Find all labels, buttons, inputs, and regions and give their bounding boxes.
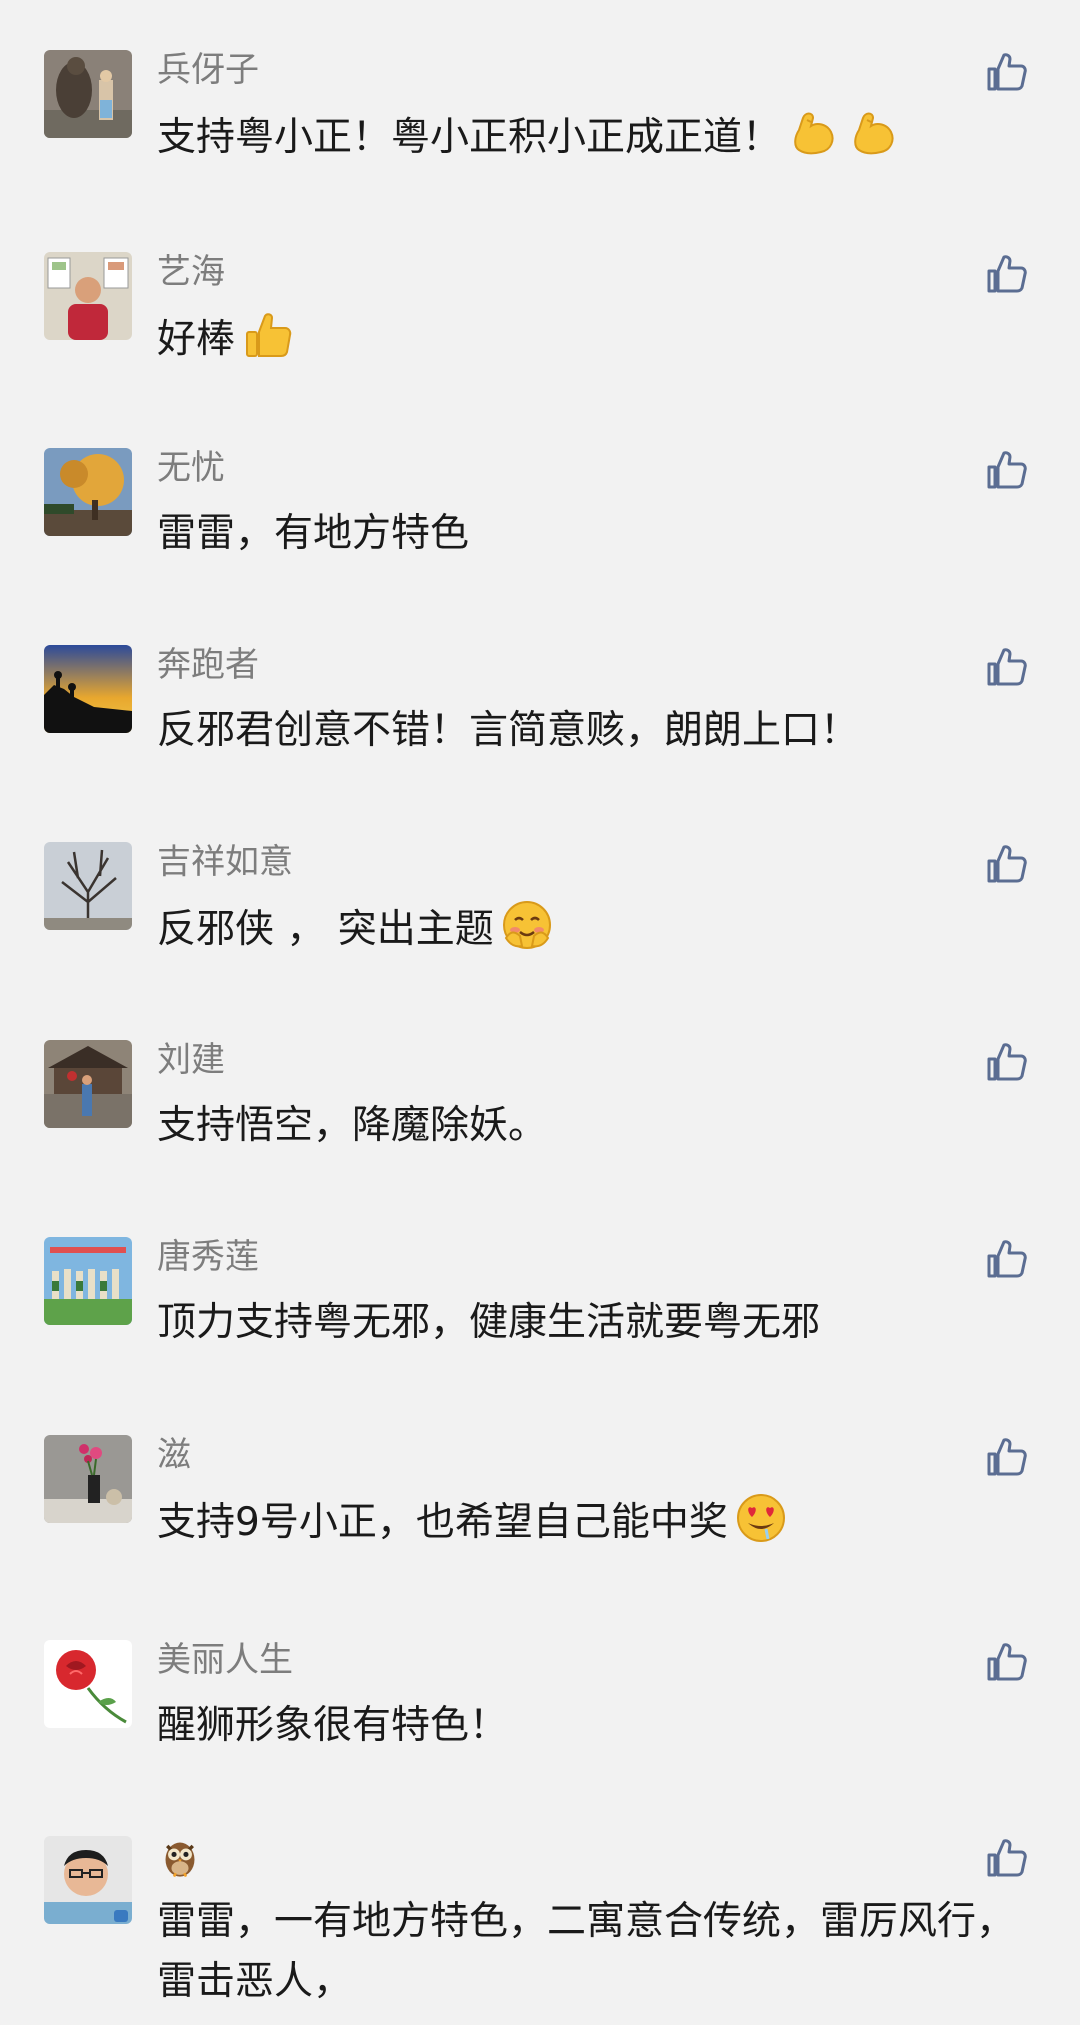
avatar[interactable] — [44, 645, 132, 733]
commenter-name[interactable]: 艺海 — [157, 250, 225, 294]
like-button[interactable] — [985, 1435, 1033, 1483]
like-button[interactable] — [985, 1836, 1033, 1884]
comment-text-body: 好棒 — [157, 317, 236, 362]
commenter-name[interactable]: 刘建 — [157, 1038, 225, 1082]
thumbs-up-outline-icon — [985, 1640, 1033, 1684]
avatar[interactable] — [44, 1435, 132, 1523]
commenter-name[interactable]: 唐秀莲 — [157, 1235, 259, 1279]
flexed-biceps-icon — [787, 106, 841, 160]
avatar[interactable] — [44, 1040, 132, 1128]
commenter-name[interactable]: 滋 — [157, 1433, 191, 1477]
comment-text-body: 支持9号小正，也希望自己能中奖 — [157, 1500, 728, 1545]
comment-text: 顶力支持粤无邪，健康生活就要粤无邪 — [157, 1300, 821, 1345]
like-button[interactable] — [985, 1640, 1033, 1688]
avatar[interactable] — [44, 448, 132, 536]
avatar[interactable] — [44, 252, 132, 340]
thumbs-up-outline-icon — [985, 1435, 1033, 1479]
comment-text-body: 反邪侠 ， 突出主题 — [157, 907, 494, 952]
thumbs-up-outline-icon — [985, 50, 1033, 94]
commenter-name[interactable]: 兵伢子 — [157, 48, 259, 92]
comment-text: 醒狮形象很有特色！ — [157, 1703, 509, 1748]
like-button[interactable] — [985, 50, 1033, 98]
avatar[interactable] — [44, 1836, 132, 1924]
comment-text: 好棒 — [157, 308, 1037, 370]
avatar[interactable] — [44, 842, 132, 930]
like-button[interactable] — [985, 448, 1033, 496]
thumbs-up-outline-icon — [985, 1237, 1033, 1281]
thumbs-up-outline-icon — [985, 448, 1033, 492]
comment-text: 雷雷，一有地方特色，二寓意合传统，雷厉风行，雷击恶人， — [157, 1899, 1016, 2004]
thumbs-up-outline-icon — [985, 252, 1033, 296]
comment-text: 反邪君创意不错！言简意赅，朗朗上口！ — [157, 708, 860, 753]
comment-text: 支持9号小正，也希望自己能中奖 — [157, 1491, 1037, 1553]
flexed-biceps-icon — [847, 106, 901, 160]
commenter-name[interactable] — [157, 1834, 203, 1883]
like-button[interactable] — [985, 645, 1033, 693]
comment-text: 雷雷，有地方特色 — [157, 511, 470, 556]
like-button[interactable] — [985, 1040, 1033, 1088]
avatar[interactable] — [44, 50, 132, 138]
comment-text-body: 支持粤小正！粤小正积小正成正道！ — [157, 115, 782, 160]
blushing-face-icon — [500, 898, 554, 952]
commenter-name[interactable]: 无忧 — [157, 446, 225, 490]
like-button[interactable] — [985, 1237, 1033, 1285]
comment-text: 反邪侠 ， 突出主题 — [157, 898, 1037, 960]
thumbs-up-outline-icon — [985, 1836, 1033, 1880]
commenter-name[interactable]: 吉祥如意 — [157, 840, 293, 884]
heart-eyes-face-icon — [734, 1491, 788, 1545]
avatar[interactable] — [44, 1237, 132, 1325]
avatar[interactable] — [44, 1640, 132, 1728]
like-button[interactable] — [985, 252, 1033, 300]
thumbs-up-outline-icon — [985, 1040, 1033, 1084]
comment-text: 支持悟空，降魔除妖。 — [157, 1103, 548, 1148]
owl-icon — [157, 1834, 203, 1880]
commenter-name[interactable]: 奔跑者 — [157, 643, 259, 687]
commenter-name[interactable]: 美丽人生 — [157, 1638, 293, 1682]
like-button[interactable] — [985, 842, 1033, 890]
thumbs-up-outline-icon — [985, 842, 1033, 886]
thumbs-up-icon — [241, 308, 295, 362]
comment-text: 支持粤小正！粤小正积小正成正道！ — [157, 106, 1037, 168]
thumbs-up-outline-icon — [985, 645, 1033, 689]
comment-list: 兵伢子 支持粤小正！粤小正积小正成正道！ 艺海 好棒 无忧 雷雷，有地方特色 奔… — [0, 0, 1080, 2025]
